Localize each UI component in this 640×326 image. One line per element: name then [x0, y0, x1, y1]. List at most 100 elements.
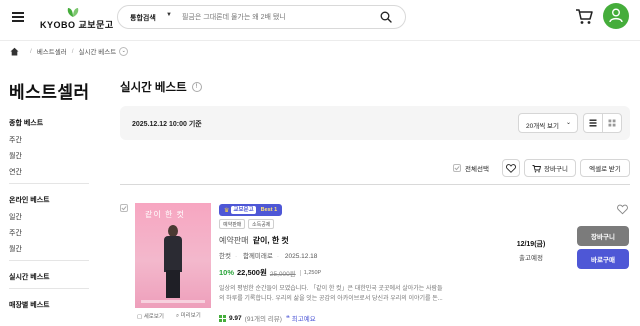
- review-keyword: 최고예요: [291, 316, 316, 323]
- header: KYOBO 교보문고 통합검색 ▼: [0, 0, 640, 36]
- header-divider: [0, 40, 640, 41]
- check-icon: [121, 206, 127, 211]
- sidebar-section-online[interactable]: 온라인 베스트: [9, 195, 50, 205]
- reward-points: 1,250P: [299, 269, 321, 276]
- sidebar-item-daily[interactable]: 일간: [9, 212, 22, 222]
- clover-icon: [219, 314, 226, 322]
- preview-links: ▢ 세로보기 ⌕ 미리보기: [137, 311, 213, 320]
- chevron-down-icon[interactable]: ⌄: [119, 46, 129, 56]
- description-line: 의 하루를 기록합니다. 우리의 삶을 잇는 공감의 아카이브로서 당신과 우리…: [219, 296, 443, 302]
- heart-icon: [506, 163, 516, 173]
- product-checkbox[interactable]: [120, 204, 128, 212]
- preview-label: 미리보기: [180, 313, 201, 319]
- publisher[interactable]: 함께미래로: [243, 253, 273, 260]
- title-text: 같이, 한 컷: [252, 236, 289, 245]
- ship-status: 출고예정: [519, 255, 543, 262]
- sidebar-section-realtime[interactable]: 실시간 베스트: [9, 272, 50, 282]
- cover-figure: [164, 236, 182, 272]
- search-category[interactable]: 통합검색: [130, 13, 156, 23]
- sidebar-divider: [9, 288, 89, 289]
- crown-icon: ♛: [224, 207, 230, 214]
- chevron-down-icon: ⌄: [565, 120, 571, 126]
- search-input[interactable]: [182, 10, 372, 24]
- best-badge: ♛ 교보문고 Best 1: [219, 204, 283, 216]
- product-title[interactable]: 예약판매 같이, 한 컷: [219, 235, 289, 246]
- list-divider: [120, 184, 630, 185]
- sale-price: 22,500원: [237, 268, 267, 277]
- sidebar-item-weekly[interactable]: 주간: [9, 135, 22, 145]
- sidebar-divider: [9, 183, 89, 184]
- logo-leaf-icon: [67, 8, 79, 17]
- tag-tax-deduction: 소득공제: [248, 219, 275, 229]
- list-icon: [589, 119, 597, 127]
- sidebar-item-online-weekly[interactable]: 주간: [9, 228, 22, 238]
- description-line: 일상의 평범한 순간들이 모였습니다. 「같이 한 컷」은 대한민국 곳곳에서 …: [219, 286, 443, 292]
- wishlist-button[interactable]: [502, 159, 520, 177]
- sidebar-section-total[interactable]: 종합 베스트: [9, 118, 43, 128]
- sidebar-divider: [9, 260, 89, 261]
- product-price: 10% 22,500원 25,000원 1,250P: [219, 267, 321, 278]
- badge-prefix: 교보문고: [231, 206, 256, 214]
- excel-download-button[interactable]: 엑셀로 받기: [580, 159, 630, 177]
- product-description: 일상의 평범한 순간들이 모였습니다. 「같이 한 컷」은 대한민국 곳곳에서 …: [219, 284, 487, 304]
- sidebar-item-monthly[interactable]: 월간: [9, 151, 22, 161]
- sidebar-title: 베스트셀러: [9, 83, 90, 102]
- ship-date: 12/19(금): [516, 241, 546, 248]
- original-price: 25,000원: [269, 270, 296, 278]
- book-cover[interactable]: 같이 한 컷: [135, 203, 211, 308]
- author[interactable]: 한컷: [219, 253, 231, 260]
- per-page-value: 20개씩 보기: [526, 123, 559, 130]
- breadcrumb: / 베스트셀러 / 실시간 베스트 ⌄: [10, 45, 129, 57]
- product-cart-button[interactable]: 장바구니: [577, 226, 629, 246]
- search-icon[interactable]: [380, 11, 392, 23]
- date-label: 2025.12.12 10:00 기준: [132, 121, 202, 128]
- product-meta: 한컷 · 함께미래로 · 2025.12.18: [219, 253, 318, 260]
- heart-icon[interactable]: [617, 204, 628, 215]
- breadcrumb-realtime[interactable]: 실시간 베스트: [79, 46, 117, 56]
- breadcrumb-separator: /: [30, 47, 32, 55]
- cover-title: 같이 한 컷: [145, 210, 185, 219]
- cart-icon[interactable]: [575, 7, 593, 25]
- menu-icon[interactable]: [12, 12, 24, 22]
- logo-text: KYOBO 교보문고: [40, 20, 114, 30]
- breadcrumb-bestseller[interactable]: 베스트셀러: [37, 46, 67, 56]
- review-count[interactable]: (91개의 리뷰): [245, 313, 282, 323]
- grid-view-button[interactable]: [602, 113, 622, 133]
- buy-now-button[interactable]: 바로구매: [577, 249, 629, 269]
- info-icon[interactable]: !: [191, 82, 202, 92]
- tag-preorder: 예약판매: [219, 219, 246, 229]
- sidebar-section-store[interactable]: 매장별 베스트: [9, 300, 50, 310]
- select-all-label: 전체선택: [465, 166, 489, 173]
- list-view-button[interactable]: [583, 113, 603, 133]
- breadcrumb-separator: /: [71, 47, 74, 55]
- preview-link[interactable]: ⌕ 미리보기: [176, 311, 207, 320]
- chevron-down-icon[interactable]: ▼: [166, 12, 172, 18]
- vertical-view-link[interactable]: ▢ 세로보기: [137, 312, 170, 320]
- badge-rank: Best 1: [260, 207, 278, 213]
- shipping-info: 12/19(금) 출고예정: [503, 239, 559, 262]
- cover-figure: [166, 270, 180, 298]
- select-all-checkbox[interactable]: [453, 164, 461, 172]
- check-icon: [454, 166, 460, 171]
- discount-rate: 10%: [219, 268, 235, 277]
- grid-icon: [608, 119, 616, 127]
- vertical-view-label: 세로보기: [143, 313, 164, 320]
- home-icon[interactable]: [10, 47, 19, 56]
- per-page-select[interactable]: 20개씩 보기 ⌄: [518, 113, 578, 133]
- cart-icon: [532, 164, 542, 172]
- kyobo-logo[interactable]: KYOBO 교보문고: [40, 7, 113, 30]
- user-icon: [609, 8, 623, 23]
- sidebar-item-online-monthly[interactable]: 월간: [9, 244, 22, 254]
- add-to-cart-button[interactable]: 장바구니: [524, 159, 576, 177]
- search-bar: 통합검색 ▼: [117, 5, 406, 29]
- date-bar: 2025.12.12 10:00 기준 20개씩 보기 ⌄: [120, 106, 630, 140]
- user-avatar[interactable]: [603, 3, 629, 29]
- cover-divider: [141, 300, 205, 303]
- page-title-text: 실시간 베스트: [120, 82, 187, 94]
- title-prefix: 예약판매: [219, 236, 249, 245]
- sidebar-item-yearly[interactable]: 연간: [9, 167, 22, 177]
- product-rating: 9.97 (91개의 리뷰) ❝ 최고예요: [219, 313, 316, 323]
- excel-button-label: 엑셀로 받기: [589, 166, 621, 173]
- rating-score: 9.97: [229, 314, 242, 322]
- select-all[interactable]: 전체선택: [453, 163, 489, 173]
